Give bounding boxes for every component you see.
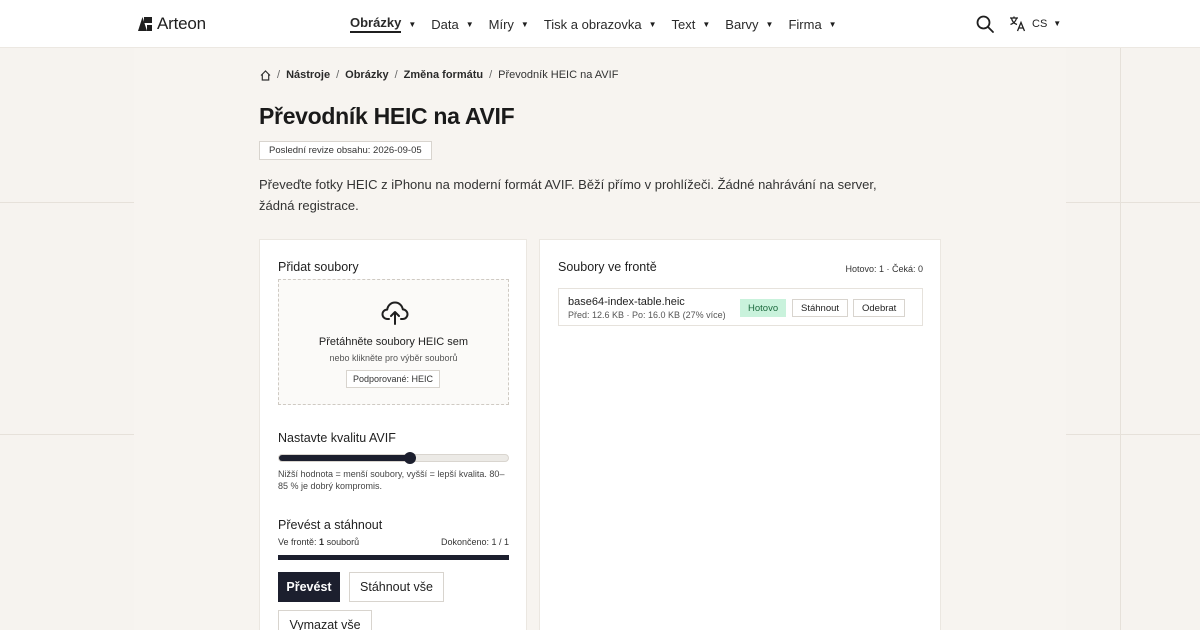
nav-label: Tisk a obrazovka bbox=[543, 16, 642, 32]
queue-count: 1 bbox=[319, 537, 325, 547]
caret-down-icon: ▼ bbox=[828, 19, 837, 29]
nav-label: Data bbox=[431, 16, 459, 32]
file-dropzone[interactable]: Přetáhněte soubory HEIC sem nebo kliknět… bbox=[278, 279, 509, 405]
clear-all-button[interactable]: Vymazat vše bbox=[278, 610, 372, 630]
convert-section-title: Převést a stáhnout bbox=[278, 518, 383, 532]
queue-counts: Hotovo: 1 · Čeká: 0 bbox=[845, 264, 923, 274]
conversion-progress-fill bbox=[278, 555, 509, 560]
queue-suffix: souborů bbox=[326, 537, 360, 547]
nav-item-miry[interactable]: Míry ▼ bbox=[489, 0, 529, 48]
cloud-upload-icon bbox=[381, 301, 409, 325]
home-icon[interactable] bbox=[260, 69, 271, 81]
page-title: Převodník HEIC na AVIF bbox=[259, 103, 515, 129]
nav-item-text[interactable]: Text ▼ bbox=[672, 0, 711, 48]
nav-item-obrazky[interactable]: Obrázky ▼ bbox=[350, 0, 416, 48]
conversion-progress-bar bbox=[278, 555, 509, 560]
breadcrumb-separator: / bbox=[489, 69, 493, 81]
nav-label: Barvy bbox=[725, 16, 759, 32]
caret-down-icon: ▼ bbox=[408, 19, 417, 29]
queue-section-title: Soubory ve frontě bbox=[558, 260, 657, 274]
breadcrumb-separator: / bbox=[394, 69, 398, 81]
logo-text: Arteon bbox=[157, 14, 206, 33]
logo-icon bbox=[138, 17, 152, 31]
converter-controls-card: Přidat soubory Přetáhněte soubory HEIC s… bbox=[259, 239, 527, 630]
file-size-info: Před: 12.6 KB · Po: 16.0 KB (27% více) bbox=[568, 310, 726, 320]
caret-down-icon: ▼ bbox=[520, 19, 529, 29]
status-badge: Hotovo bbox=[740, 299, 787, 317]
done-count: Dokončeno: 1 / 1 bbox=[440, 537, 509, 547]
translate-icon bbox=[1010, 16, 1026, 32]
caret-down-icon: ▼ bbox=[765, 19, 774, 29]
main-nav: Obrázky ▼ Data ▼ Míry ▼ Tisk a obrazovka… bbox=[350, 0, 852, 48]
queue-status-line: Ve frontě: 1 souborů Dokončeno: 1 / 1 bbox=[278, 537, 509, 547]
dropzone-subtitle: nebo klikněte pro výběr souborů bbox=[329, 353, 458, 363]
nav-item-data[interactable]: Data ▼ bbox=[431, 0, 473, 48]
nav-label: Míry bbox=[488, 16, 514, 32]
quality-slider[interactable] bbox=[278, 452, 509, 464]
quality-hint: Nižší hodnota = menší soubory, vyšší = l… bbox=[278, 469, 505, 491]
file-row: base64-index-table.heic Před: 12.6 KB · … bbox=[558, 288, 923, 326]
revision-badge: Poslední revize obsahu: 2026-09-05 bbox=[259, 141, 432, 160]
upload-section-title: Přidat soubory bbox=[278, 260, 359, 274]
nav-item-barvy[interactable]: Barvy ▼ bbox=[725, 0, 773, 48]
quality-slider-fill bbox=[279, 455, 410, 461]
logo[interactable]: Arteon bbox=[137, 14, 206, 34]
breadcrumb-item-nastroje[interactable]: Nástroje bbox=[286, 69, 330, 81]
remove-file-button[interactable]: Odebrat bbox=[853, 299, 906, 317]
file-queue-card: Soubory ve frontě Hotovo: 1 · Čeká: 0 ba… bbox=[539, 239, 941, 630]
search-icon[interactable] bbox=[975, 14, 995, 34]
language-code: CS bbox=[1032, 17, 1048, 30]
file-name: base64-index-table.heic bbox=[568, 296, 685, 308]
breadcrumb: / Nástroje / Obrázky / Změna formátu / P… bbox=[260, 69, 618, 81]
nav-label: Text bbox=[671, 16, 696, 32]
queue-prefix: Ve frontě: bbox=[278, 537, 317, 547]
nav-label: Obrázky bbox=[350, 15, 402, 33]
caret-down-icon: ▼ bbox=[1053, 19, 1062, 28]
convert-button[interactable]: Převést bbox=[278, 572, 340, 602]
quality-slider-thumb[interactable] bbox=[403, 452, 416, 464]
quality-section-title: Nastavte kvalitu AVIF bbox=[278, 431, 396, 445]
nav-label: Firma bbox=[788, 16, 822, 32]
nav-item-tisk[interactable]: Tisk a obrazovka ▼ bbox=[544, 0, 657, 48]
language-selector[interactable]: CS ▼ bbox=[1009, 15, 1061, 32]
top-navigation-bar: Arteon Obrázky ▼ Data ▼ Míry ▼ Tisk a ob… bbox=[0, 0, 1200, 48]
page-intro: Převeďte fotky HEIC z iPhonu na moderní … bbox=[259, 177, 877, 213]
breadcrumb-separator: / bbox=[336, 69, 340, 81]
caret-down-icon: ▼ bbox=[465, 19, 474, 29]
supported-formats-badge: Podporované: HEIC bbox=[346, 370, 441, 388]
main-content: / Nástroje / Obrázky / Změna formátu / P… bbox=[134, 48, 1066, 630]
breadcrumb-item-obrazky[interactable]: Obrázky bbox=[345, 69, 388, 81]
breadcrumb-item-zmena-formatu[interactable]: Změna formátu bbox=[404, 69, 483, 81]
download-file-button[interactable]: Stáhnout bbox=[792, 299, 849, 317]
breadcrumb-separator: / bbox=[277, 69, 281, 81]
queue-count-text: Ve frontě: 1 souborů bbox=[278, 537, 359, 547]
nav-item-firma[interactable]: Firma ▼ bbox=[788, 0, 836, 48]
dropzone-title: Přetáhněte soubory HEIC sem bbox=[318, 336, 469, 348]
breadcrumb-current: Převodník HEIC na AVIF bbox=[498, 69, 619, 81]
caret-down-icon: ▼ bbox=[648, 19, 657, 29]
caret-down-icon: ▼ bbox=[702, 19, 711, 29]
download-all-button[interactable]: Stáhnout vše bbox=[349, 572, 444, 602]
